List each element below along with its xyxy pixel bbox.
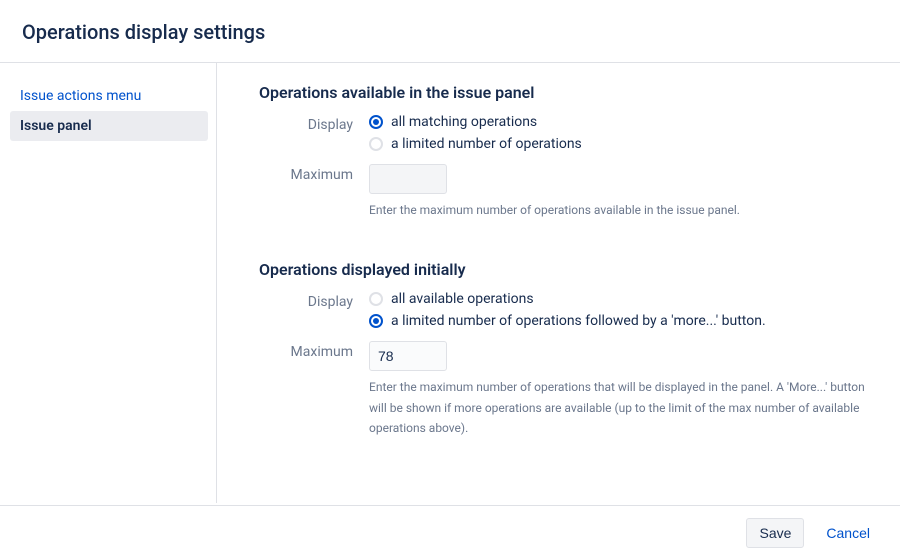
section-title-initial: Operations displayed initially (259, 260, 870, 279)
radio-all-matching[interactable]: all matching operations (369, 114, 870, 130)
dialog-header: Operations display settings (0, 0, 900, 62)
section-available-operations: Operations available in the issue panel … (259, 83, 870, 220)
page-title: Operations display settings (22, 20, 878, 44)
label-display-2: Display (259, 291, 369, 310)
radio-label: a limited number of operations followed … (391, 313, 766, 329)
cancel-button[interactable]: Cancel (814, 518, 882, 548)
radio-icon (369, 137, 383, 151)
radio-icon (369, 115, 383, 129)
sidebar: Issue actions menu Issue panel (0, 63, 217, 503)
section-title-available: Operations available in the issue panel (259, 83, 870, 102)
dialog-body: Issue actions menu Issue panel Operation… (0, 63, 900, 503)
radio-limited-1[interactable]: a limited number of operations (369, 136, 870, 152)
radio-label: all available operations (391, 291, 534, 307)
radio-all-available[interactable]: all available operations (369, 291, 870, 307)
radio-icon (369, 314, 383, 328)
radio-label: a limited number of operations (391, 136, 582, 152)
input-maximum-available (369, 164, 447, 194)
input-maximum-initial[interactable] (369, 341, 447, 371)
label-maximum-1: Maximum (259, 164, 369, 183)
radio-icon (369, 292, 383, 306)
radio-label: all matching operations (391, 114, 537, 130)
label-display-1: Display (259, 114, 369, 133)
save-button[interactable]: Save (746, 518, 804, 548)
sidebar-item-issue-panel[interactable]: Issue panel (10, 111, 208, 141)
label-maximum-2: Maximum (259, 341, 369, 360)
radio-limited-2[interactable]: a limited number of operations followed … (369, 313, 870, 329)
main-content: Operations available in the issue panel … (217, 63, 900, 503)
sidebar-item-issue-actions-menu[interactable]: Issue actions menu (10, 81, 208, 111)
help-text-initial: Enter the maximum number of operations t… (369, 377, 870, 438)
dialog-footer: Save Cancel (0, 505, 900, 560)
section-displayed-initially: Operations displayed initially Display a… (259, 260, 870, 438)
help-text-available: Enter the maximum number of operations a… (369, 200, 870, 220)
